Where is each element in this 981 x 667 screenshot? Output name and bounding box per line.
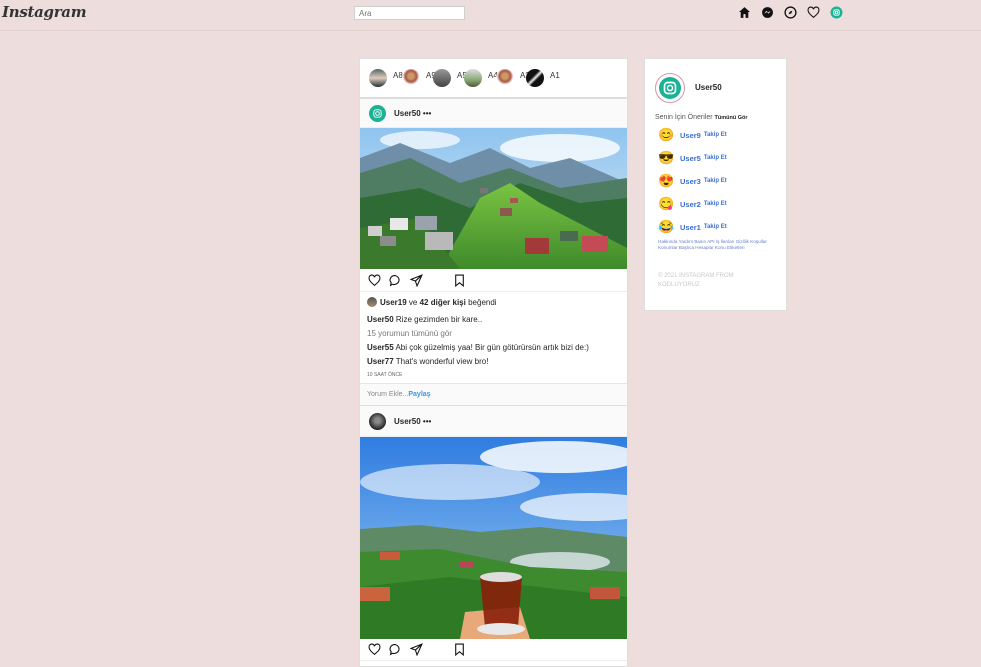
liker-username[interactable]: User19	[380, 298, 407, 307]
view-all-comments[interactable]: 15 yorumun tümünü gör	[360, 329, 627, 338]
liker-avatar	[367, 297, 377, 307]
suggestion-username[interactable]: User3	[680, 177, 701, 186]
suggestion-avatar: 😎	[658, 150, 675, 165]
heart-icon[interactable]	[806, 5, 820, 19]
post-timestamp: 10 SAAT ÖNCE	[367, 372, 403, 378]
post-avatar[interactable]	[369, 104, 386, 122]
suggestion-row: 😊 User9 Takip Et	[658, 127, 727, 143]
story-label: A1	[550, 70, 560, 80]
suggestions-heading: Senin İçin Öneriler Tümünü Gör	[655, 114, 748, 121]
instagram-logo[interactable]: Instagram	[2, 3, 87, 21]
follow-button[interactable]: Takip Et	[704, 224, 727, 230]
post-caption: User50 Rize gezimden bir kare..	[360, 315, 627, 324]
profile-icon[interactable]	[829, 5, 843, 19]
suggestion-row: 😂 User1 Takip Et	[658, 219, 727, 235]
post-actions	[360, 638, 627, 661]
story-avatar	[402, 69, 420, 87]
explore-icon[interactable]	[783, 5, 797, 19]
post-actions	[360, 269, 627, 292]
stories-bar: A8 A9 A5 A4 A2 A1	[359, 58, 628, 98]
likes-and: ve	[408, 297, 418, 307]
my-username[interactable]: User50	[695, 83, 722, 92]
comment-username[interactable]: User55	[367, 343, 394, 352]
top-nav-bar: Instagram	[0, 0, 981, 31]
suggestion-username[interactable]: User2	[680, 200, 701, 209]
suggestions-sidebar: User50 Senin İçin Öneriler Tümünü Gör 😊 …	[644, 58, 787, 311]
suggestion-username[interactable]: User1	[680, 223, 701, 232]
likes-suffix: beğendi	[468, 297, 497, 307]
follow-button[interactable]: Takip Et	[704, 155, 727, 161]
story-avatar	[369, 69, 387, 87]
story-item[interactable]: A1	[526, 69, 560, 87]
story-item[interactable]: A5	[433, 69, 467, 87]
suggestion-row: 😍 User3 Takip Et	[658, 173, 727, 189]
share-plane-icon[interactable]	[409, 643, 423, 657]
footer-links[interactable]: Hakkında Yardım Basın API İş İlanları Gi…	[658, 239, 778, 252]
comment-bubble-icon[interactable]	[389, 274, 402, 287]
story-item[interactable]: A2	[496, 69, 530, 87]
search-input[interactable]	[354, 6, 465, 20]
suggestion-username[interactable]: User9	[680, 131, 701, 140]
post-photo[interactable]	[360, 128, 627, 269]
post-username[interactable]: User50 •••	[394, 417, 431, 426]
see-all-link[interactable]: Tümünü Gör	[715, 115, 748, 121]
comment-text: That's wonderful view bro!	[395, 357, 489, 366]
story-avatar	[496, 69, 514, 87]
follow-button[interactable]: Takip Et	[704, 132, 727, 138]
bookmark-icon[interactable]	[453, 643, 466, 657]
like-heart-icon[interactable]	[368, 643, 381, 656]
comment-item: User55 Abi çok güzelmiş yaa! Bir gün göt…	[360, 343, 627, 352]
post-username[interactable]: User50 •••	[394, 109, 431, 118]
add-comment-bar[interactable]: Yorum Ekle... Paylaş	[360, 383, 627, 405]
home-icon[interactable]	[737, 5, 751, 19]
nav-icons	[737, 5, 843, 19]
follow-button[interactable]: Takip Et	[704, 178, 727, 184]
comment-bubble-icon[interactable]	[389, 643, 402, 656]
messenger-icon[interactable]	[760, 5, 774, 19]
post-avatar[interactable]	[369, 412, 386, 430]
bookmark-icon[interactable]	[453, 274, 466, 288]
suggestion-username[interactable]: User5	[680, 154, 701, 163]
comment-username[interactable]: User77	[367, 357, 394, 366]
share-plane-icon[interactable]	[409, 274, 423, 288]
my-avatar[interactable]	[655, 73, 685, 103]
likes-line: User19 ve 42 diğer kişi beğendi	[360, 292, 627, 309]
post-header: User50 •••	[360, 406, 627, 437]
suggestion-row: 😎 User5 Takip Et	[658, 150, 727, 166]
story-avatar	[526, 69, 544, 87]
suggestions-title: Senin İçin Öneriler	[655, 114, 713, 121]
comment-input[interactable]: Yorum Ekle...	[367, 391, 408, 398]
suggestion-avatar: 😍	[658, 173, 675, 188]
suggestion-avatar: 😂	[658, 219, 675, 234]
likes-others[interactable]: 42 diğer kişi	[420, 298, 466, 307]
feed-post: User50 •••	[359, 405, 628, 667]
story-avatar	[433, 69, 451, 87]
story-item[interactable]: A9	[402, 69, 436, 87]
suggestion-row: 😋 User2 Takip Et	[658, 196, 727, 212]
copyright: © 2021 INSTAGRAM FROM KODLUYORUZ	[658, 273, 734, 288]
story-item[interactable]: A8	[369, 69, 403, 87]
feed-post: User50 •••	[359, 98, 628, 406]
share-button[interactable]: Paylaş	[408, 391, 430, 398]
follow-button[interactable]: Takip Et	[704, 201, 727, 207]
comment-item: User77 That's wonderful view bro!	[360, 357, 627, 366]
post-photo[interactable]	[360, 437, 627, 639]
story-item[interactable]: A4	[464, 69, 498, 87]
suggestion-avatar: 😊	[658, 127, 675, 142]
story-avatar	[464, 69, 482, 87]
post-header: User50 •••	[360, 99, 627, 128]
suggestion-avatar: 😋	[658, 196, 675, 211]
like-heart-icon[interactable]	[368, 274, 381, 287]
caption-text: Rize gezimden bir kare..	[395, 315, 483, 324]
caption-username[interactable]: User50	[367, 315, 394, 324]
comment-text: Abi çok güzelmiş yaa! Bir gün götürürsün…	[395, 343, 589, 352]
